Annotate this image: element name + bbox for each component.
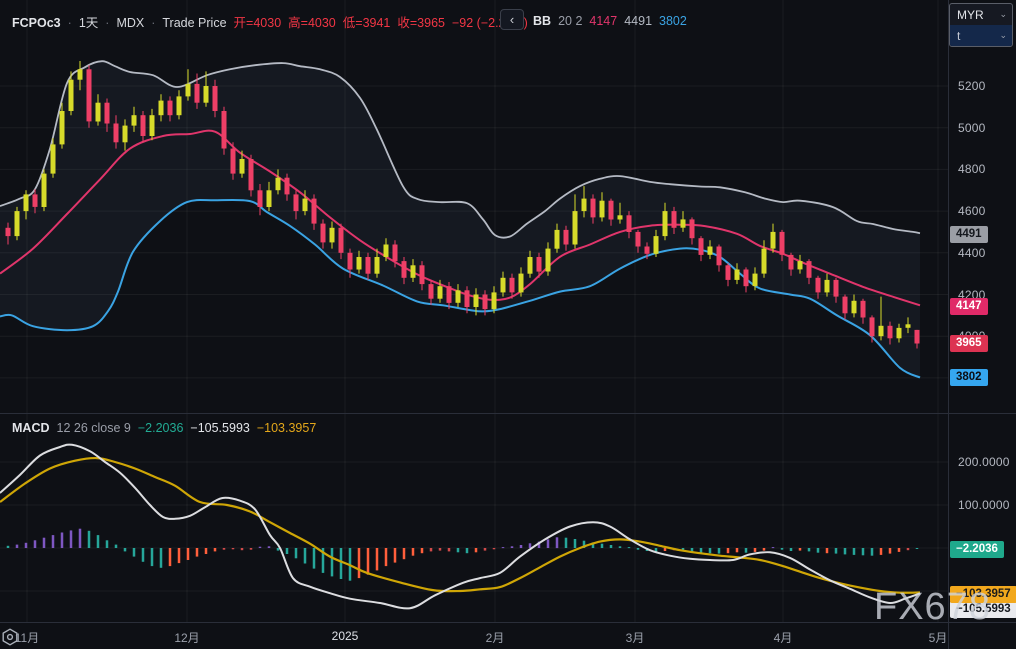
bb-upper-value: 4491 bbox=[624, 14, 653, 28]
macd-tick-label: 100.0000 bbox=[958, 498, 1010, 512]
time-axis[interactable]: 11月 12月 2025 2月 3月 4月 5月 bbox=[0, 622, 1016, 649]
ohlc-high: 高=4030 bbox=[288, 16, 336, 30]
pane-divider[interactable] bbox=[0, 413, 1016, 414]
price-tick-label: 4800 bbox=[958, 162, 986, 177]
unit-label: t bbox=[957, 28, 961, 43]
macd-label: MACD bbox=[12, 421, 50, 435]
time-label: 12月 bbox=[174, 631, 200, 645]
bb-lower-badge: 3802 bbox=[950, 368, 988, 386]
main-chart-canvas[interactable] bbox=[0, 0, 948, 413]
time-label: 2025 bbox=[331, 629, 359, 643]
separator: · bbox=[151, 16, 156, 30]
separator: · bbox=[67, 16, 72, 30]
chevron-left-icon: ‹ bbox=[509, 11, 515, 27]
bb-basis-value: 4147 bbox=[589, 14, 618, 28]
macd-tick-label: 200.0000 bbox=[958, 455, 1010, 469]
time-label: 4月 bbox=[773, 631, 793, 645]
chevron-down-icon: ⌄ bbox=[999, 30, 1007, 40]
symbol-unit-selector: MYR ⌄ t ⌄ bbox=[949, 3, 1013, 47]
interval: 1天 bbox=[78, 16, 99, 30]
ohlc-close: 收=3965 bbox=[397, 16, 445, 30]
unit-selector[interactable]: t ⌄ bbox=[950, 25, 1012, 46]
collapse-indicators-button[interactable]: ‹ bbox=[500, 9, 524, 30]
time-label: 2月 bbox=[485, 631, 505, 645]
price-type: Trade Price bbox=[162, 16, 227, 30]
tradingview-chart: FCPOc3 · 1天 · MDX · Trade Price 开=4030 高=4030 低=3… bbox=[0, 0, 1016, 649]
price-tick-label: 4600 bbox=[958, 204, 986, 219]
separator: · bbox=[105, 16, 110, 30]
price-tick-label: 5200 bbox=[958, 79, 986, 93]
macd-signal-value: −103.3957 bbox=[256, 421, 317, 435]
macd-hist-value: −2.2036 bbox=[137, 421, 184, 435]
last-price-badge: 3965 bbox=[950, 334, 988, 352]
ohlc-open: 开=4030 bbox=[233, 16, 282, 30]
ohlc-low: 低=3941 bbox=[342, 16, 391, 30]
bb-indicator-row[interactable]: BB 20 2 4147 4491 3802 bbox=[533, 12, 694, 30]
currency-label: MYR bbox=[957, 7, 984, 22]
symbol-name: FCPOc3 bbox=[12, 16, 61, 30]
symbol-ohlc-row[interactable]: FCPOc3 · 1天 · MDX · Trade Price 开=4030 高=4030 低=3… bbox=[12, 12, 535, 32]
chart-settings-icon[interactable] bbox=[0, 627, 20, 647]
price-axis[interactable]: 5200500048004600440042004000200.0000100.… bbox=[948, 0, 1016, 649]
bb-upper-badge: 4491 bbox=[950, 225, 988, 243]
macd-line-value: −105.5993 bbox=[190, 421, 250, 435]
bb-lower-value: 3802 bbox=[659, 14, 687, 28]
macd-params: 12 26 close 9 bbox=[56, 421, 131, 435]
time-label: 5月 bbox=[928, 631, 948, 645]
price-tick-label: 4400 bbox=[958, 245, 986, 260]
chevron-down-icon: ⌄ bbox=[999, 9, 1007, 19]
fx678-watermark: FX678 bbox=[874, 586, 991, 628]
exchange: MDX bbox=[116, 16, 145, 30]
macd-hist-badge: −2.2036 bbox=[950, 541, 1004, 558]
bb-label: BB bbox=[533, 14, 552, 28]
bb-basis-badge: 4147 bbox=[950, 297, 988, 315]
macd-chart-canvas[interactable] bbox=[0, 413, 948, 622]
bb-params: 20 2 bbox=[558, 14, 583, 28]
currency-selector[interactable]: MYR ⌄ bbox=[950, 4, 1012, 25]
macd-indicator-row[interactable]: MACD 12 26 close 9 −2.2036 −105.5993 −103.39… bbox=[12, 419, 323, 437]
price-tick-label: 5000 bbox=[958, 120, 986, 135]
time-label: 3月 bbox=[625, 631, 645, 645]
